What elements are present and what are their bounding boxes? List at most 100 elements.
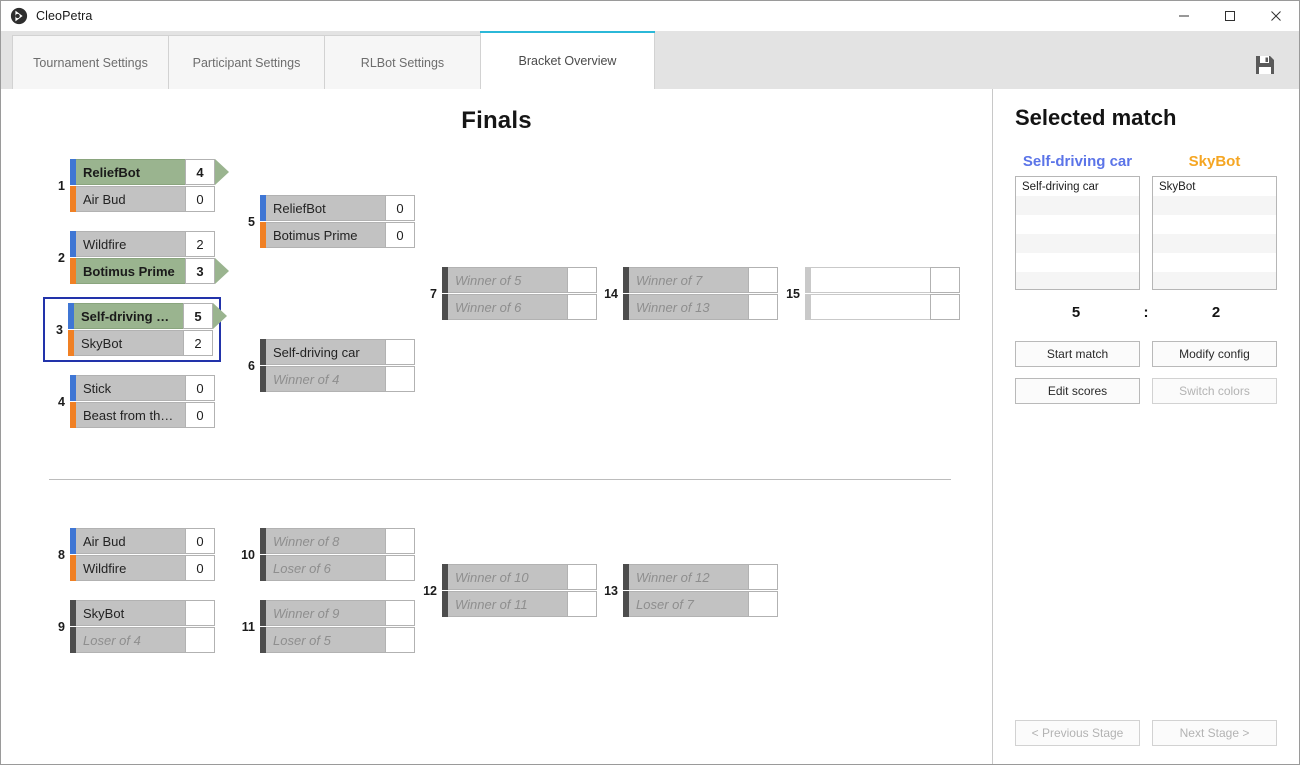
tab-bar: Tournament Settings Participant Settings… (1, 31, 1299, 89)
team-score: 0 (185, 402, 215, 428)
bracket-match[interactable]: 7 Winner of 5 Winner of 6 (421, 267, 597, 320)
team-member-row[interactable] (1016, 272, 1139, 289)
match-team-row[interactable]: Winner of 10 (442, 564, 597, 590)
match-number: 8 (58, 547, 65, 562)
team-score: 0 (185, 528, 215, 554)
bracket-match[interactable]: 3 Self-driving … 5 SkyBot 2 (43, 297, 227, 362)
team-member-row[interactable] (1016, 215, 1139, 234)
match-team-row[interactable]: Winner of 12 (623, 564, 778, 590)
bracket-match[interactable]: 12 Winner of 10 Winner of 11 (421, 564, 597, 617)
match-rows: Winner of 10 Winner of 11 (442, 564, 597, 617)
team-score (385, 339, 415, 365)
team-member-row[interactable] (1153, 253, 1276, 272)
match-team-row[interactable]: Loser of 4 (70, 627, 215, 653)
maximize-button[interactable] (1207, 1, 1253, 31)
match-team-row[interactable]: Winner of 7 (623, 267, 778, 293)
team-member-row[interactable] (1153, 234, 1276, 253)
match-number: 3 (56, 322, 63, 337)
start-match-button[interactable]: Start match (1015, 341, 1140, 367)
team-member-row[interactable]: SkyBot (1153, 177, 1276, 196)
tab-rlbot-settings[interactable]: RLBot Settings (324, 35, 481, 89)
match-team-row[interactable]: Loser of 5 (260, 627, 415, 653)
match-team-row[interactable]: Winner of 9 (260, 600, 415, 626)
match-team-row[interactable]: SkyBot (70, 600, 215, 626)
bracket-match[interactable]: 11 Winner of 9 Loser of 5 (239, 600, 415, 653)
bracket-match[interactable]: 1 ReliefBot 4 Air Bud 0 (49, 159, 229, 212)
match-team-row[interactable]: Loser of 6 (260, 555, 415, 581)
match-number: 13 (604, 583, 618, 598)
team-member-row[interactable] (1016, 196, 1139, 215)
team-member-row[interactable] (1016, 234, 1139, 253)
match-rows: ReliefBot 4 Air Bud 0 (70, 159, 229, 212)
match-team-row[interactable]: Winner of 8 (260, 528, 415, 554)
match-team-row[interactable]: Winner of 5 (442, 267, 597, 293)
match-team-row[interactable]: ReliefBot 4 (70, 159, 229, 185)
bracket-match[interactable]: 2 Wildfire 2 Botimus Prime 3 (49, 231, 229, 284)
team-name: Botimus Prime (266, 222, 385, 248)
team-score: 2 (183, 330, 213, 356)
orange-team-list[interactable]: SkyBot (1152, 176, 1277, 290)
team-member-row[interactable] (1153, 215, 1276, 234)
team-member-row[interactable] (1016, 253, 1139, 272)
match-team-row[interactable]: Wildfire 0 (70, 555, 215, 581)
bracket-match[interactable]: 14 Winner of 7 Winner of 13 (602, 267, 778, 320)
match-team-row[interactable]: Self-driving … 5 (68, 303, 227, 329)
match-team-row[interactable]: ReliefBot 0 (260, 195, 415, 221)
bracket-match[interactable]: 8 Air Bud 0 Wildfire 0 (49, 528, 215, 581)
team-score (385, 555, 415, 581)
team-member-row[interactable] (1153, 196, 1276, 215)
match-team-row[interactable]: Beast from th… 0 (70, 402, 215, 428)
save-button[interactable] (1253, 53, 1277, 77)
match-team-row[interactable]: Loser of 7 (623, 591, 778, 617)
app-window: CleoPetra Tournament Settings Participan… (0, 0, 1300, 765)
team-name: Wildfire (76, 555, 185, 581)
modify-config-button[interactable]: Modify config (1152, 341, 1277, 367)
tab-participant-settings[interactable]: Participant Settings (168, 35, 325, 89)
match-number: 11 (241, 619, 255, 634)
team-name: Loser of 6 (266, 555, 385, 581)
team-name: Winner of 8 (266, 528, 385, 554)
edit-scores-button[interactable]: Edit scores (1015, 378, 1140, 404)
team-score: 0 (185, 186, 215, 212)
bracket-match[interactable]: 10 Winner of 8 Loser of 6 (239, 528, 415, 581)
match-team-row[interactable] (805, 294, 960, 320)
match-team-row[interactable]: Wildfire 2 (70, 231, 215, 257)
minimize-button[interactable] (1161, 1, 1207, 31)
match-team-row[interactable]: Botimus Prime 0 (260, 222, 415, 248)
match-team-row[interactable]: Air Bud 0 (70, 528, 215, 554)
team-name: Stick (76, 375, 185, 401)
close-button[interactable] (1253, 1, 1299, 31)
match-team-row[interactable]: Winner of 13 (623, 294, 778, 320)
match-rows: Winner of 8 Loser of 6 (260, 528, 415, 581)
match-team-row[interactable] (805, 267, 960, 293)
bracket-match[interactable]: 6 Self-driving car Winner of 4 (239, 339, 415, 392)
tab-tournament-settings[interactable]: Tournament Settings (12, 35, 169, 89)
blue-team-list[interactable]: Self-driving car (1015, 176, 1140, 290)
match-team-row[interactable]: Winner of 4 (260, 366, 415, 392)
bracket-match[interactable]: 9 SkyBot Loser of 4 (49, 600, 215, 653)
match-team-row[interactable]: Air Bud 0 (70, 186, 215, 212)
team-score (930, 267, 960, 293)
team-name: Winner of 12 (629, 564, 748, 590)
bracket-match[interactable]: 5 ReliefBot 0 Botimus Prime 0 (239, 195, 415, 248)
team-score (385, 528, 415, 554)
team-name: Winner of 13 (629, 294, 748, 320)
match-team-row[interactable]: SkyBot 2 (68, 330, 213, 356)
tab-bracket-overview[interactable]: Bracket Overview (480, 31, 655, 89)
selected-match-title: Selected match (1015, 105, 1177, 130)
match-team-row[interactable]: Botimus Prime 3 (70, 258, 229, 284)
match-team-row[interactable]: Self-driving car (260, 339, 415, 365)
match-rows: Winner of 5 Winner of 6 (442, 267, 597, 320)
orange-team-header: SkyBot (1188, 153, 1241, 170)
team-member-row[interactable]: Self-driving car (1016, 177, 1139, 196)
team-member-row[interactable] (1153, 272, 1276, 289)
match-number: 5 (248, 214, 255, 229)
team-score (748, 564, 778, 590)
match-team-row[interactable]: Stick 0 (70, 375, 215, 401)
bracket-match[interactable]: 13 Winner of 12 Loser of 7 (602, 564, 778, 617)
bracket-match[interactable]: 4 Stick 0 Beast from th… 0 (49, 375, 215, 428)
match-team-row[interactable]: Winner of 6 (442, 294, 597, 320)
match-team-row[interactable]: Winner of 11 (442, 591, 597, 617)
bracket-match[interactable]: 15 (784, 267, 960, 320)
bracket-section-divider (49, 479, 951, 480)
